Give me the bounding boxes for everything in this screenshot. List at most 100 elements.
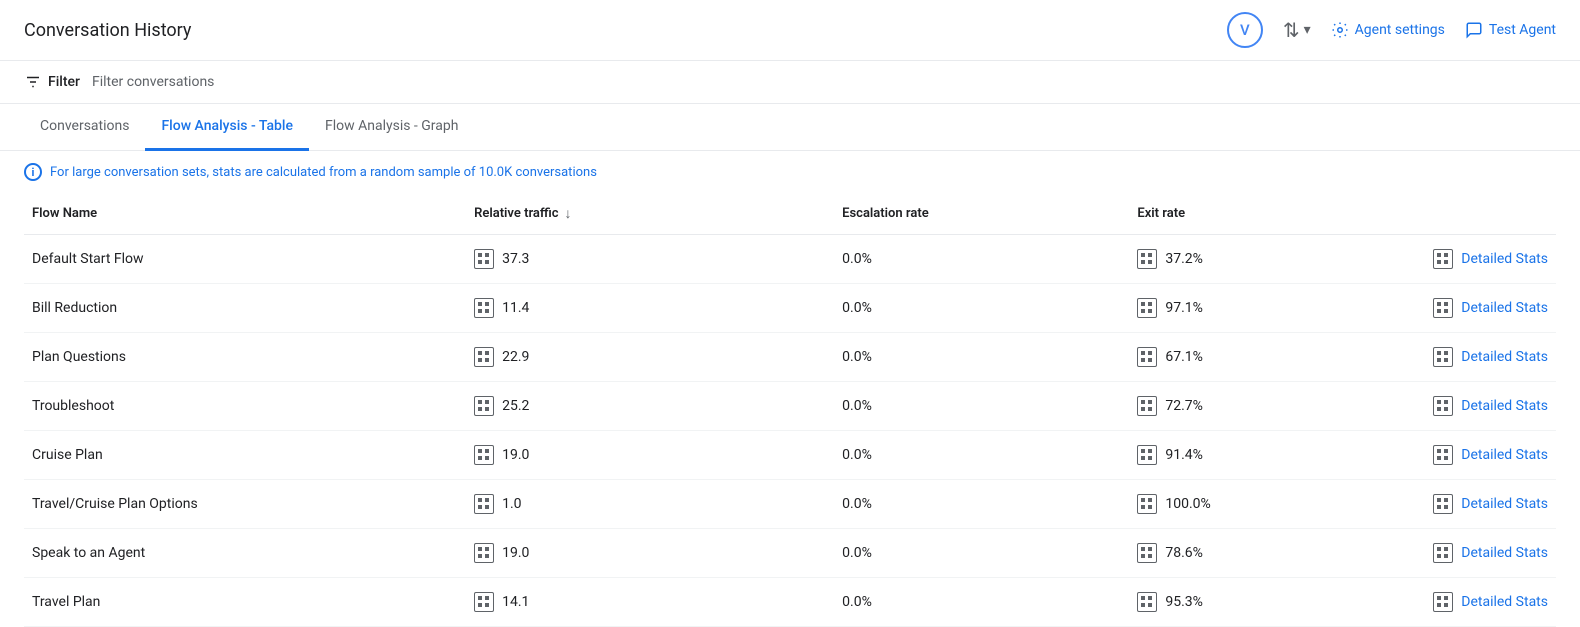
cell-flow-name: Cruise Plan — [24, 431, 466, 480]
cell-relative-traffic: 14.1 — [466, 578, 834, 627]
tab-flow-analysis-graph[interactable]: Flow Analysis - Graph — [309, 104, 475, 151]
table-icon — [1137, 494, 1157, 514]
chat-icon — [1465, 21, 1483, 39]
detailed-stats-link[interactable]: Detailed Stats — [1461, 447, 1548, 463]
col-header-escalation-rate: Escalation rate — [834, 193, 1129, 235]
cell-escalation-rate: 0.0% — [834, 333, 1129, 382]
table-row: Travel/Cruise Plan Options 1.0 0.0% 100.… — [24, 480, 1556, 529]
cell-flow-name: Bill Reduction — [24, 284, 466, 333]
detailed-stats-link[interactable]: Detailed Stats — [1461, 300, 1548, 316]
table-icon — [1433, 494, 1453, 514]
cell-escalation-rate: 0.0% — [834, 382, 1129, 431]
page-title: Conversation History — [24, 20, 191, 41]
detailed-stats-link[interactable]: Detailed Stats — [1461, 594, 1548, 610]
table-row: Speak to an Agent 19.0 0.0% 78.6% — [24, 529, 1556, 578]
cell-detailed-stats: Detailed Stats — [1425, 480, 1556, 529]
table-icon — [474, 396, 494, 416]
flow-analysis-table-container: Flow Name Relative traffic ↓ Escalation … — [0, 193, 1580, 627]
detailed-stats-link[interactable]: Detailed Stats — [1461, 251, 1548, 267]
cell-relative-traffic: 19.0 — [466, 431, 834, 480]
cell-detailed-stats: Detailed Stats — [1425, 578, 1556, 627]
cell-exit-rate: 97.1% — [1129, 284, 1425, 333]
sort-down-icon: ↓ — [565, 205, 572, 222]
table-icon — [1137, 396, 1157, 416]
cell-relative-traffic: 25.2 — [466, 382, 834, 431]
cell-flow-name: Speak to an Agent — [24, 529, 466, 578]
test-agent-link[interactable]: Test Agent — [1465, 21, 1556, 39]
cell-escalation-rate: 0.0% — [834, 578, 1129, 627]
cell-detailed-stats: Detailed Stats — [1425, 284, 1556, 333]
cell-escalation-rate: 0.0% — [834, 235, 1129, 284]
table-icon — [474, 298, 494, 318]
table-icon — [1137, 543, 1157, 563]
cell-escalation-rate: 0.0% — [834, 284, 1129, 333]
cell-relative-traffic: 1.0 — [466, 480, 834, 529]
swap-vert-icon: ⇅ — [1283, 18, 1300, 42]
table-row: Travel Plan 14.1 0.0% 95.3% — [24, 578, 1556, 627]
table-row: Plan Questions 22.9 0.0% 67.1% — [24, 333, 1556, 382]
cell-escalation-rate: 0.0% — [834, 480, 1129, 529]
cell-detailed-stats: Detailed Stats — [1425, 333, 1556, 382]
cell-exit-rate: 100.0% — [1129, 480, 1425, 529]
table-row: Troubleshoot 25.2 0.0% 72.7% — [24, 382, 1556, 431]
cell-escalation-rate: 0.0% — [834, 431, 1129, 480]
tab-flow-analysis-table[interactable]: Flow Analysis - Table — [145, 104, 309, 151]
tab-conversations[interactable]: Conversations — [24, 104, 145, 151]
cell-detailed-stats: Detailed Stats — [1425, 235, 1556, 284]
table-icon — [1137, 445, 1157, 465]
cell-exit-rate: 72.7% — [1129, 382, 1425, 431]
flow-analysis-table: Flow Name Relative traffic ↓ Escalation … — [24, 193, 1556, 627]
detailed-stats-link[interactable]: Detailed Stats — [1461, 398, 1548, 414]
table-icon — [1433, 592, 1453, 612]
col-header-actions — [1425, 193, 1556, 235]
cell-escalation-rate: 0.0% — [834, 529, 1129, 578]
cell-detailed-stats: Detailed Stats — [1425, 431, 1556, 480]
table-row: Bill Reduction 11.4 0.0% 97.1% — [24, 284, 1556, 333]
cell-flow-name: Travel/Cruise Plan Options — [24, 480, 466, 529]
table-icon — [1433, 445, 1453, 465]
table-icon — [1137, 249, 1157, 269]
agent-settings-label: Agent settings — [1355, 22, 1445, 38]
cell-relative-traffic: 37.3 — [466, 235, 834, 284]
cell-detailed-stats: Detailed Stats — [1425, 529, 1556, 578]
table-icon — [1137, 592, 1157, 612]
cell-flow-name: Travel Plan — [24, 578, 466, 627]
app-header: Conversation History V ⇅ ▾ Agent setting… — [0, 0, 1580, 61]
header-actions: V ⇅ ▾ Agent settings Test Agent — [1227, 12, 1556, 48]
cell-exit-rate: 95.3% — [1129, 578, 1425, 627]
col-header-exit-rate: Exit rate — [1129, 193, 1425, 235]
detailed-stats-link[interactable]: Detailed Stats — [1461, 545, 1548, 561]
cell-detailed-stats: Detailed Stats — [1425, 382, 1556, 431]
col-header-flow-name: Flow Name — [24, 193, 466, 235]
test-agent-label: Test Agent — [1489, 22, 1556, 38]
gear-icon — [1331, 21, 1349, 39]
filter-icon — [24, 73, 42, 91]
cell-exit-rate: 91.4% — [1129, 431, 1425, 480]
col-header-relative-traffic[interactable]: Relative traffic ↓ — [466, 193, 834, 235]
avatar[interactable]: V — [1227, 12, 1263, 48]
filter-bar: Filter Filter conversations — [0, 61, 1580, 104]
table-icon — [1433, 543, 1453, 563]
agent-settings-link[interactable]: Agent settings — [1331, 21, 1445, 39]
cell-flow-name: Plan Questions — [24, 333, 466, 382]
cell-exit-rate: 67.1% — [1129, 333, 1425, 382]
chevron-down-icon: ▾ — [1304, 22, 1311, 38]
table-row: Default Start Flow 37.3 0.0% 37.2% — [24, 235, 1556, 284]
filter-icon-wrap: Filter — [24, 73, 80, 91]
filter-placeholder: Filter conversations — [92, 74, 214, 90]
table-icon — [474, 347, 494, 367]
info-message: For large conversation sets, stats are c… — [50, 165, 597, 180]
cell-relative-traffic: 11.4 — [466, 284, 834, 333]
cell-exit-rate: 37.2% — [1129, 235, 1425, 284]
table-icon — [474, 249, 494, 269]
tabs-bar: Conversations Flow Analysis - Table Flow… — [0, 104, 1580, 151]
table-header-row: Flow Name Relative traffic ↓ Escalation … — [24, 193, 1556, 235]
cell-exit-rate: 78.6% — [1129, 529, 1425, 578]
detailed-stats-link[interactable]: Detailed Stats — [1461, 496, 1548, 512]
info-icon: i — [24, 163, 42, 181]
sort-button[interactable]: ⇅ ▾ — [1283, 18, 1311, 42]
table-icon — [474, 543, 494, 563]
filter-label: Filter — [48, 74, 80, 90]
cell-flow-name: Default Start Flow — [24, 235, 466, 284]
detailed-stats-link[interactable]: Detailed Stats — [1461, 349, 1548, 365]
